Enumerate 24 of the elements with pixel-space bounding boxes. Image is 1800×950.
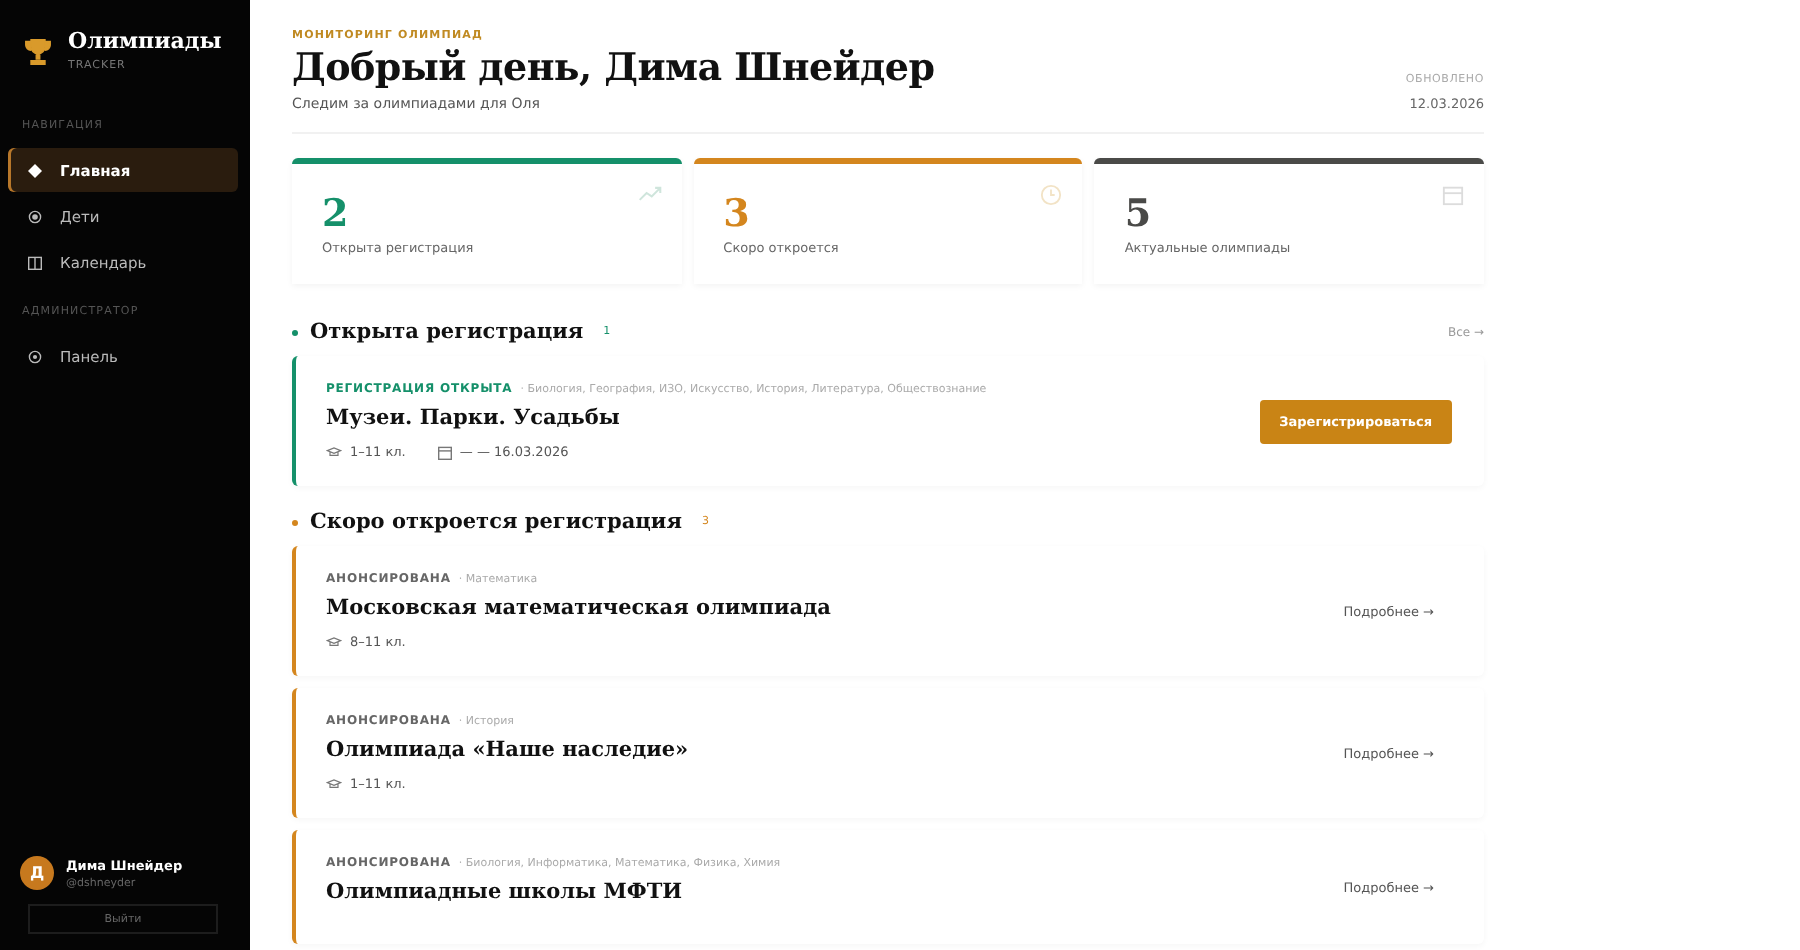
dot-icon <box>28 209 42 223</box>
olympiad-title: Олимпиадные школы МФТИ <box>326 880 685 904</box>
app-title: Олимпиады <box>68 28 222 54</box>
calendar-icon <box>1442 184 1465 206</box>
stat-value: 5 <box>1124 192 1154 236</box>
calendar-icon <box>28 255 42 269</box>
gear-icon <box>28 349 42 363</box>
graduation-cap-icon <box>326 446 342 458</box>
graduation-cap-icon <box>326 636 342 648</box>
trophy-icon <box>24 38 52 66</box>
user-avatar: Д <box>20 856 54 890</box>
graduation-cap-icon <box>326 778 342 790</box>
section-title: Открыта регистрация <box>310 320 584 344</box>
trend-icon <box>637 184 662 202</box>
clock-icon <box>1040 184 1063 206</box>
diamond-icon <box>28 163 42 177</box>
olympiad-title: Олимпиада «Наше наследие» <box>326 738 691 762</box>
stat-value: 3 <box>723 192 752 236</box>
page-title: Добрый день, Дима Шнейдер <box>292 46 935 90</box>
stat-value: 2 <box>322 192 351 236</box>
olympiad-title: Музеи. Парки. Усадьбы <box>326 406 622 430</box>
section-title: Скоро откроется регистрация <box>310 510 682 534</box>
calendar-icon <box>437 445 452 459</box>
olympiad-title: Московская математическая олимпиада <box>326 596 833 620</box>
